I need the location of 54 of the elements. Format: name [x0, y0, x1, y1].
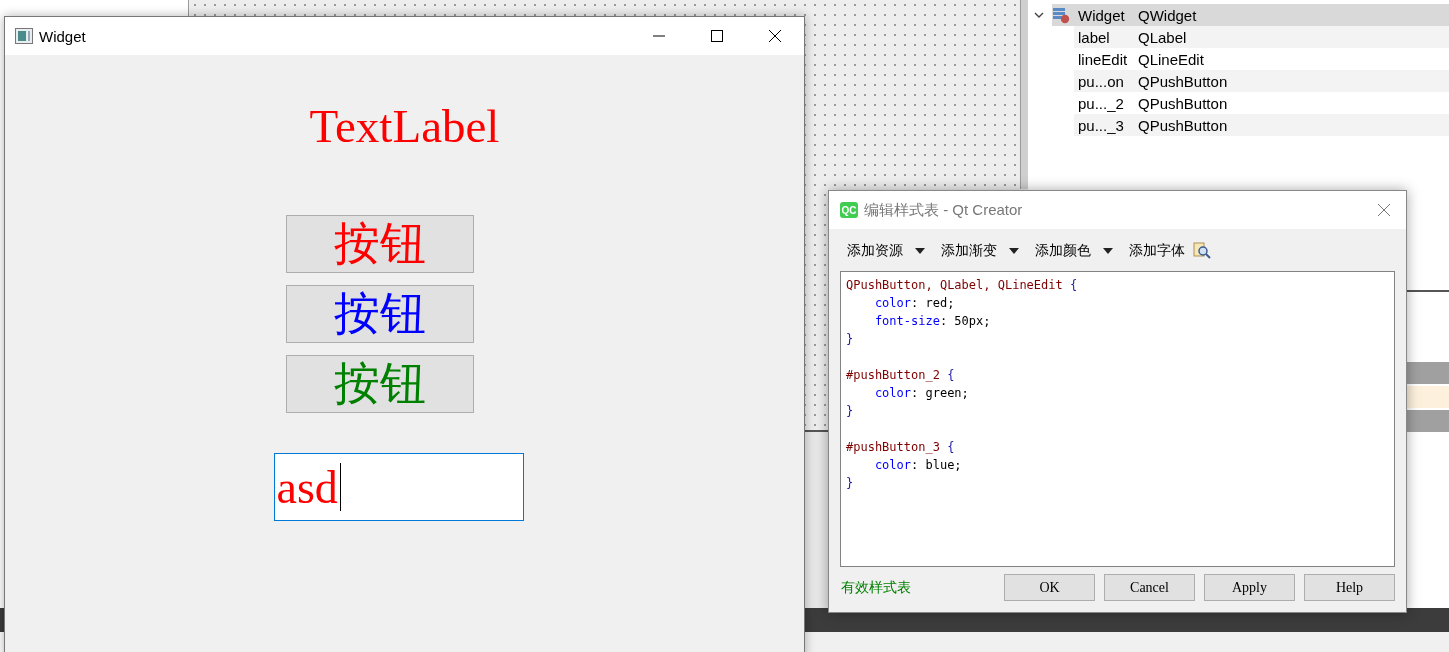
close-icon	[1377, 203, 1391, 217]
dialog-button[interactable]: Cancel	[1104, 574, 1195, 601]
object-name: pu..._3	[1077, 116, 1125, 134]
tree-row[interactable]: pu..._3 QPushButton	[1074, 114, 1449, 136]
window-title: 编辑样式表 - Qt Creator	[864, 200, 1024, 220]
push-button[interactable]: 按钮	[285, 355, 474, 413]
code-line: font-size: 50px;	[873, 313, 992, 330]
caret-icon	[915, 248, 925, 254]
tree-row[interactable]: label QLabel	[1074, 26, 1449, 48]
class-name: QLabel	[1138, 28, 1187, 46]
code-line: QPushButton, QLabel, QLineEdit {	[846, 277, 1079, 294]
code-line: }	[846, 475, 855, 492]
app-icon	[15, 28, 33, 44]
object-name: pu...on	[1077, 72, 1125, 90]
class-name: QLineEdit	[1138, 50, 1204, 68]
toolbar-button[interactable]: 添加字体	[1125, 238, 1189, 264]
tree-row[interactable]: Widget QWidget	[1052, 4, 1449, 26]
tree-row[interactable]: pu..._2 QPushButton	[1074, 92, 1449, 114]
code-line: color: blue;	[873, 457, 963, 474]
class-name: QPushButton	[1138, 116, 1228, 134]
code-line: #pushButton_3 {	[846, 439, 956, 456]
class-name: QWidget	[1138, 6, 1197, 24]
window-title: Widget	[39, 27, 87, 45]
toolbar-button[interactable]: 添加资源	[843, 238, 933, 264]
toolbar-button[interactable]: 添加渐变	[937, 238, 1027, 264]
widget-icon	[1052, 6, 1070, 24]
code-line: }	[846, 331, 855, 348]
toolbar-button[interactable]: 添加颜色	[1031, 238, 1121, 264]
code-line: }	[846, 403, 855, 420]
preview-icon[interactable]	[1193, 242, 1211, 260]
status-text: 有效样式表	[841, 578, 912, 597]
class-name: QPushButton	[1138, 94, 1228, 112]
object-name: Widget	[1077, 6, 1126, 24]
app-logo: QC	[840, 202, 858, 218]
object-name: label	[1077, 28, 1111, 46]
dialog-button[interactable]: Help	[1304, 574, 1395, 601]
code-line: color: green;	[873, 385, 970, 402]
code-line: color: red;	[873, 295, 956, 312]
caret-icon	[1103, 248, 1113, 254]
tree-row[interactable]: lineEdit QLineEdit	[1074, 48, 1449, 70]
class-name: QPushButton	[1138, 72, 1228, 90]
caret-icon	[1009, 248, 1019, 254]
code-line: #pushButton_2 {	[846, 367, 956, 384]
dialog-button[interactable]: Apply	[1204, 574, 1295, 601]
object-name: lineEdit	[1077, 50, 1129, 68]
dialog-button[interactable]: OK	[1004, 574, 1095, 601]
maximize-icon	[710, 29, 724, 43]
text-label: TextLabel	[309, 99, 500, 153]
code-editor[interactable]: QPushButton, QLabel, QLineEdit { color: red; font-size: 50px; } #pushButton_2 { color: green; } #pushButton_3 { color: blue; }	[840, 271, 1395, 567]
object-name: pu..._2	[1077, 94, 1125, 112]
push-button[interactable]: 按钮	[285, 285, 474, 343]
tree-row[interactable]: pu...on QPushButton	[1074, 70, 1449, 92]
close-icon	[768, 29, 782, 43]
line-edit[interactable]: asd	[273, 453, 524, 521]
